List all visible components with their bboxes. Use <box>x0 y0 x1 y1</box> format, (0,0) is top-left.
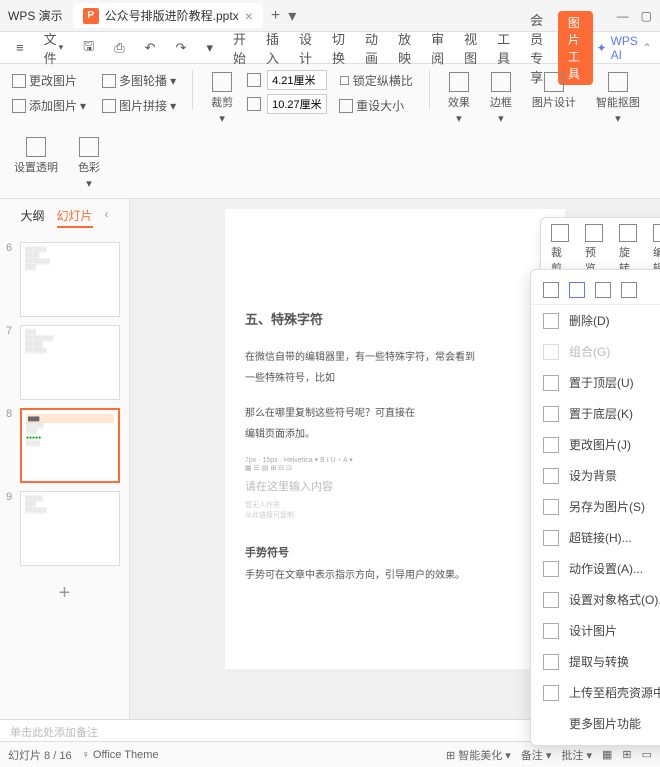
slide-text: 手势可在文章中表示指示方向，引导用户的效果。 <box>245 566 545 581</box>
change-image-button[interactable]: 更改图片 <box>8 70 90 91</box>
cm-format-object[interactable]: 设置对象格式(O)... <box>531 584 660 615</box>
cm-bring-front[interactable]: 置于顶层(U)› <box>531 367 660 398</box>
image-stitch-button[interactable]: 图片拼接 ▾ <box>98 95 180 116</box>
color-button[interactable]: 色彩▾ <box>72 135 106 192</box>
collapse-ribbon-icon[interactable]: ⌃ <box>642 41 652 55</box>
crop-button[interactable]: 裁剪▾ <box>205 70 239 127</box>
slide-text: 一些特殊符号，比如 <box>245 369 545 384</box>
slide-text: 在微信自带的编辑器里，有一些特殊字符，常会看到 <box>245 348 545 363</box>
print-icon[interactable]: ⎙ <box>106 36 132 60</box>
ai-cutout-button[interactable]: 智能抠图▾ <box>590 70 646 127</box>
menu-slideshow[interactable]: 放映 <box>390 25 419 71</box>
undo-icon[interactable]: ↶ <box>137 36 164 60</box>
paste-icon[interactable] <box>595 282 611 298</box>
context-menu: 删除(D)› 组合(G)› 置于顶层(U)› 置于底层(K)› 更改图片(J)›… <box>530 269 660 746</box>
cm-more[interactable]: 更多图片功能› <box>531 708 660 739</box>
slide-canvas[interactable]: 五、特殊字符 在微信自带的编辑器里，有一些特殊字符，常会看到 一些特殊符号，比如… <box>130 199 660 719</box>
page-indicator: 幻灯片 8 / 16 <box>8 747 72 763</box>
cm-extract-convert[interactable]: 提取与转换› <box>531 646 660 677</box>
menu-review[interactable]: 审阅 <box>423 25 452 71</box>
cm-delete[interactable]: 删除(D)› <box>531 305 660 336</box>
tab-outline[interactable]: 大纲 <box>20 207 44 228</box>
ribbon-toolbar: 更改图片 添加图片 ▾ 多图轮播 ▾ 图片拼接 ▾ 裁剪▾ ☐ 锁定纵横比 重设… <box>0 64 660 199</box>
slide-text: 那么在哪里复制这些符号呢？可直接在 <box>245 404 545 419</box>
slide-text: 编辑页面添加。 <box>245 425 545 440</box>
menu-view[interactable]: 视图 <box>456 25 485 71</box>
slide-thumb-8[interactable]: ████░░░░░░░░●●●●●░░░░ <box>20 408 120 483</box>
slide-placeholder: 请在这里输入内容 <box>245 478 545 494</box>
effect-button[interactable]: 效果▾ <box>442 70 476 127</box>
save-icon[interactable]: 🖫 <box>75 33 102 63</box>
slide-panel: 大纲 幻灯片 ‹ 6░░░░░░░░░░░░░░░░░░░░ 7░░░░░░░░… <box>0 199 130 719</box>
menu-start[interactable]: 开始 <box>225 25 254 71</box>
image-design-button[interactable]: 图片设计 <box>526 70 582 127</box>
cm-send-back[interactable]: 置于底层(K)› <box>531 398 660 429</box>
slide-thumb-7[interactable]: ░░░░░░░░░░░░░░░░░░░░░░ <box>20 325 120 400</box>
beautify-button[interactable]: ⊞ 智能美化 ▾ <box>446 747 511 763</box>
slide-thumb-9[interactable]: ░░░░░░░░░░░░░░ <box>20 491 120 566</box>
cm-change-image[interactable]: 更改图片(J)› <box>531 429 660 460</box>
cm-action-settings[interactable]: 动作设置(A)... <box>531 553 660 584</box>
minimize-icon[interactable]: — <box>617 9 629 23</box>
add-slide-button[interactable]: + <box>6 574 123 613</box>
notes-toggle[interactable]: 备注 ▾ <box>521 747 552 763</box>
height-input[interactable] <box>267 94 327 114</box>
lock-ratio-checkbox[interactable]: ☐ 锁定纵横比 <box>335 70 417 91</box>
copy-icon[interactable] <box>543 282 559 298</box>
add-image-button[interactable]: 添加图片 ▾ <box>8 95 90 116</box>
app-name: WPS 演示 <box>8 7 63 24</box>
slide: 五、特殊字符 在微信自带的编辑器里，有一些特殊字符，常会看到 一些特殊符号，比如… <box>225 209 565 669</box>
review-toggle[interactable]: 批注 ▾ <box>561 747 592 763</box>
tab-menu-button[interactable]: ▾ <box>288 6 296 26</box>
menu-dropdown-icon[interactable]: ≡ <box>8 36 32 59</box>
menu-transition[interactable]: 切换 <box>324 25 353 71</box>
wps-ai-button[interactable]: ✦ WPS AI <box>597 34 638 62</box>
width-icon <box>247 73 261 87</box>
slide-subheading: 手势符号 <box>245 544 545 560</box>
transparent-button[interactable]: 设置透明 <box>8 135 64 192</box>
view-sorter-icon[interactable]: ⊞ <box>622 748 631 761</box>
width-input[interactable] <box>267 70 327 90</box>
ppt-icon: P <box>83 8 99 24</box>
menu-tools[interactable]: 工具 <box>489 25 518 71</box>
multi-carousel-button[interactable]: 多图轮播 ▾ <box>98 70 180 91</box>
close-tab-icon[interactable]: × <box>245 8 253 24</box>
file-menu[interactable]: 文件▾ <box>36 25 72 71</box>
paste-text-icon[interactable] <box>621 282 637 298</box>
cm-save-as-image[interactable]: 另存为图片(S)› <box>531 491 660 522</box>
menubar: ≡ 文件▾ 🖫 ⎙ ↶ ↷ ▾ 开始 插入 设计 切换 动画 放映 审阅 视图 … <box>0 32 660 64</box>
collapse-panel-icon[interactable]: ‹ <box>105 207 109 228</box>
cm-set-background[interactable]: 设为背景 <box>531 460 660 491</box>
menu-design[interactable]: 设计 <box>291 25 320 71</box>
border-button[interactable]: 边框▾ <box>484 70 518 127</box>
cm-upload[interactable]: 上传至稻壳资源中心(Q) <box>531 677 660 708</box>
cut-icon[interactable] <box>569 282 585 298</box>
slide-heading: 五、特殊字符 <box>245 309 545 328</box>
slide-thumb-6[interactable]: ░░░░░░░░░░░░░░░░░░░░ <box>20 242 120 317</box>
maximize-icon[interactable]: ▢ <box>641 9 652 23</box>
cm-hyperlink[interactable]: 超链接(H)...Ctrl+K <box>531 522 660 553</box>
doc-title: 公众号排版进阶教程.pptx <box>105 7 239 24</box>
new-tab-button[interactable]: + <box>271 7 280 25</box>
menu-animation[interactable]: 动画 <box>357 25 386 71</box>
height-icon <box>247 97 261 111</box>
view-reading-icon[interactable]: ▭ <box>642 748 652 761</box>
dropdown-icon[interactable]: ▾ <box>198 36 221 60</box>
redo-icon[interactable]: ↷ <box>168 36 195 60</box>
cm-design-image[interactable]: 设计图片 <box>531 615 660 646</box>
theme-indicator[interactable]: ♀ Office Theme <box>82 749 159 761</box>
view-normal-icon[interactable]: ▦ <box>602 748 612 761</box>
tab-slides[interactable]: 幻灯片 <box>57 207 93 228</box>
reset-size-button[interactable]: 重设大小 <box>335 95 417 116</box>
cm-group: 组合(G)› <box>531 336 660 367</box>
menu-insert[interactable]: 插入 <box>258 25 287 71</box>
